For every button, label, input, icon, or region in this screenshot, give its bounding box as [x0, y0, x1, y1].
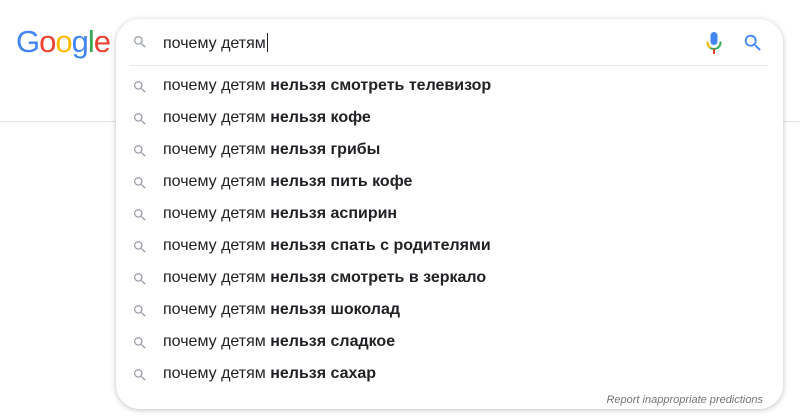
- suggestion-text: почему детям нельзя смотреть телевизор: [163, 77, 491, 95]
- suggestion-prefix: почему детям: [163, 77, 266, 94]
- microphone-icon[interactable]: [705, 31, 723, 60]
- suggestion-prefix: почему детям: [163, 237, 266, 254]
- suggestion-prefix: почему детям: [163, 269, 266, 286]
- search-icon: [132, 271, 148, 292]
- suggestion-prefix: почему детям: [163, 109, 266, 126]
- logo-letter: e: [93, 24, 111, 59]
- suggestion-prefix: почему детям: [163, 141, 266, 158]
- search-icon: [132, 175, 148, 196]
- suggestion-prefix: почему детям: [163, 365, 266, 382]
- suggestion-text: почему детям нельзя сладкое: [163, 333, 395, 351]
- suggestion-text: почему детям нельзя кофе: [163, 109, 371, 127]
- suggestion-item[interactable]: почему детям нельзя смотреть телевизор: [116, 70, 783, 102]
- suggestion-prefix: почему детям: [163, 301, 266, 318]
- suggestion-completion: нельзя сладкое: [270, 333, 396, 350]
- suggestion-item[interactable]: почему детям нельзя сладкое: [116, 326, 783, 358]
- suggestion-completion: нельзя грибы: [270, 141, 381, 158]
- search-icon: [132, 143, 148, 164]
- suggestion-completion: нельзя сахар: [270, 365, 377, 382]
- suggestion-item[interactable]: почему детям нельзя аспирин: [116, 198, 783, 230]
- google-logo[interactable]: Google: [16, 24, 111, 59]
- suggestion-text: почему детям нельзя сахар: [163, 365, 376, 383]
- search-icon: [132, 239, 148, 260]
- suggestion-prefix: почему детям: [163, 173, 266, 190]
- suggestion-completion: нельзя кофе: [270, 109, 371, 126]
- suggestion-completion: нельзя смотреть в зеркало: [270, 269, 487, 286]
- input-divider: [130, 65, 768, 66]
- search-input[interactable]: почему детям: [163, 33, 268, 53]
- logo-letter: g: [71, 24, 89, 59]
- search-icon: [132, 79, 148, 100]
- suggestion-item[interactable]: почему детям нельзя пить кофе: [116, 166, 783, 198]
- suggestion-text: почему детям нельзя смотреть в зеркало: [163, 269, 486, 287]
- search-input-row[interactable]: почему детям: [116, 19, 783, 65]
- search-icon: [132, 335, 148, 356]
- search-icon: [132, 111, 148, 132]
- suggestion-list: почему детям нельзя смотреть телевизор п…: [116, 70, 783, 390]
- logo-letter: o: [39, 24, 56, 59]
- suggestion-item[interactable]: почему детям нельзя спать с родителями: [116, 230, 783, 262]
- suggestion-text: почему детям нельзя грибы: [163, 141, 380, 159]
- report-predictions-link[interactable]: Report inappropriate predictions: [606, 394, 763, 406]
- search-icon: [132, 34, 148, 55]
- suggestion-prefix: почему детям: [163, 205, 266, 222]
- suggestion-text: почему детям нельзя шоколад: [163, 301, 400, 319]
- suggestion-item[interactable]: почему детям нельзя грибы: [116, 134, 783, 166]
- suggestion-prefix: почему детям: [163, 333, 266, 350]
- suggestion-text: почему детям нельзя аспирин: [163, 205, 397, 223]
- suggestion-completion: нельзя пить кофе: [270, 173, 413, 190]
- logo-letter: G: [16, 24, 40, 59]
- search-query-text: почему детям: [163, 35, 266, 52]
- text-caret: [266, 33, 268, 52]
- suggestion-item[interactable]: почему детям нельзя шоколад: [116, 294, 783, 326]
- suggestion-completion: нельзя аспирин: [270, 205, 398, 222]
- suggestion-completion: нельзя шоколад: [270, 301, 401, 318]
- suggestion-completion: нельзя смотреть телевизор: [270, 77, 492, 94]
- search-icon: [132, 303, 148, 324]
- search-submit-icon[interactable]: [742, 32, 764, 59]
- logo-letter: o: [55, 24, 72, 59]
- suggestion-item[interactable]: почему детям нельзя смотреть в зеркало: [116, 262, 783, 294]
- search-box: почему детям почему детям нельзя смотрет…: [116, 19, 783, 409]
- suggestion-item[interactable]: почему детям нельзя сахар: [116, 358, 783, 390]
- suggestion-completion: нельзя спать с родителями: [270, 237, 491, 254]
- search-icon: [132, 207, 148, 228]
- search-icon: [132, 367, 148, 388]
- suggestion-text: почему детям нельзя пить кофе: [163, 173, 412, 191]
- suggestion-text: почему детям нельзя спать с родителями: [163, 237, 491, 255]
- suggestion-item[interactable]: почему детям нельзя кофе: [116, 102, 783, 134]
